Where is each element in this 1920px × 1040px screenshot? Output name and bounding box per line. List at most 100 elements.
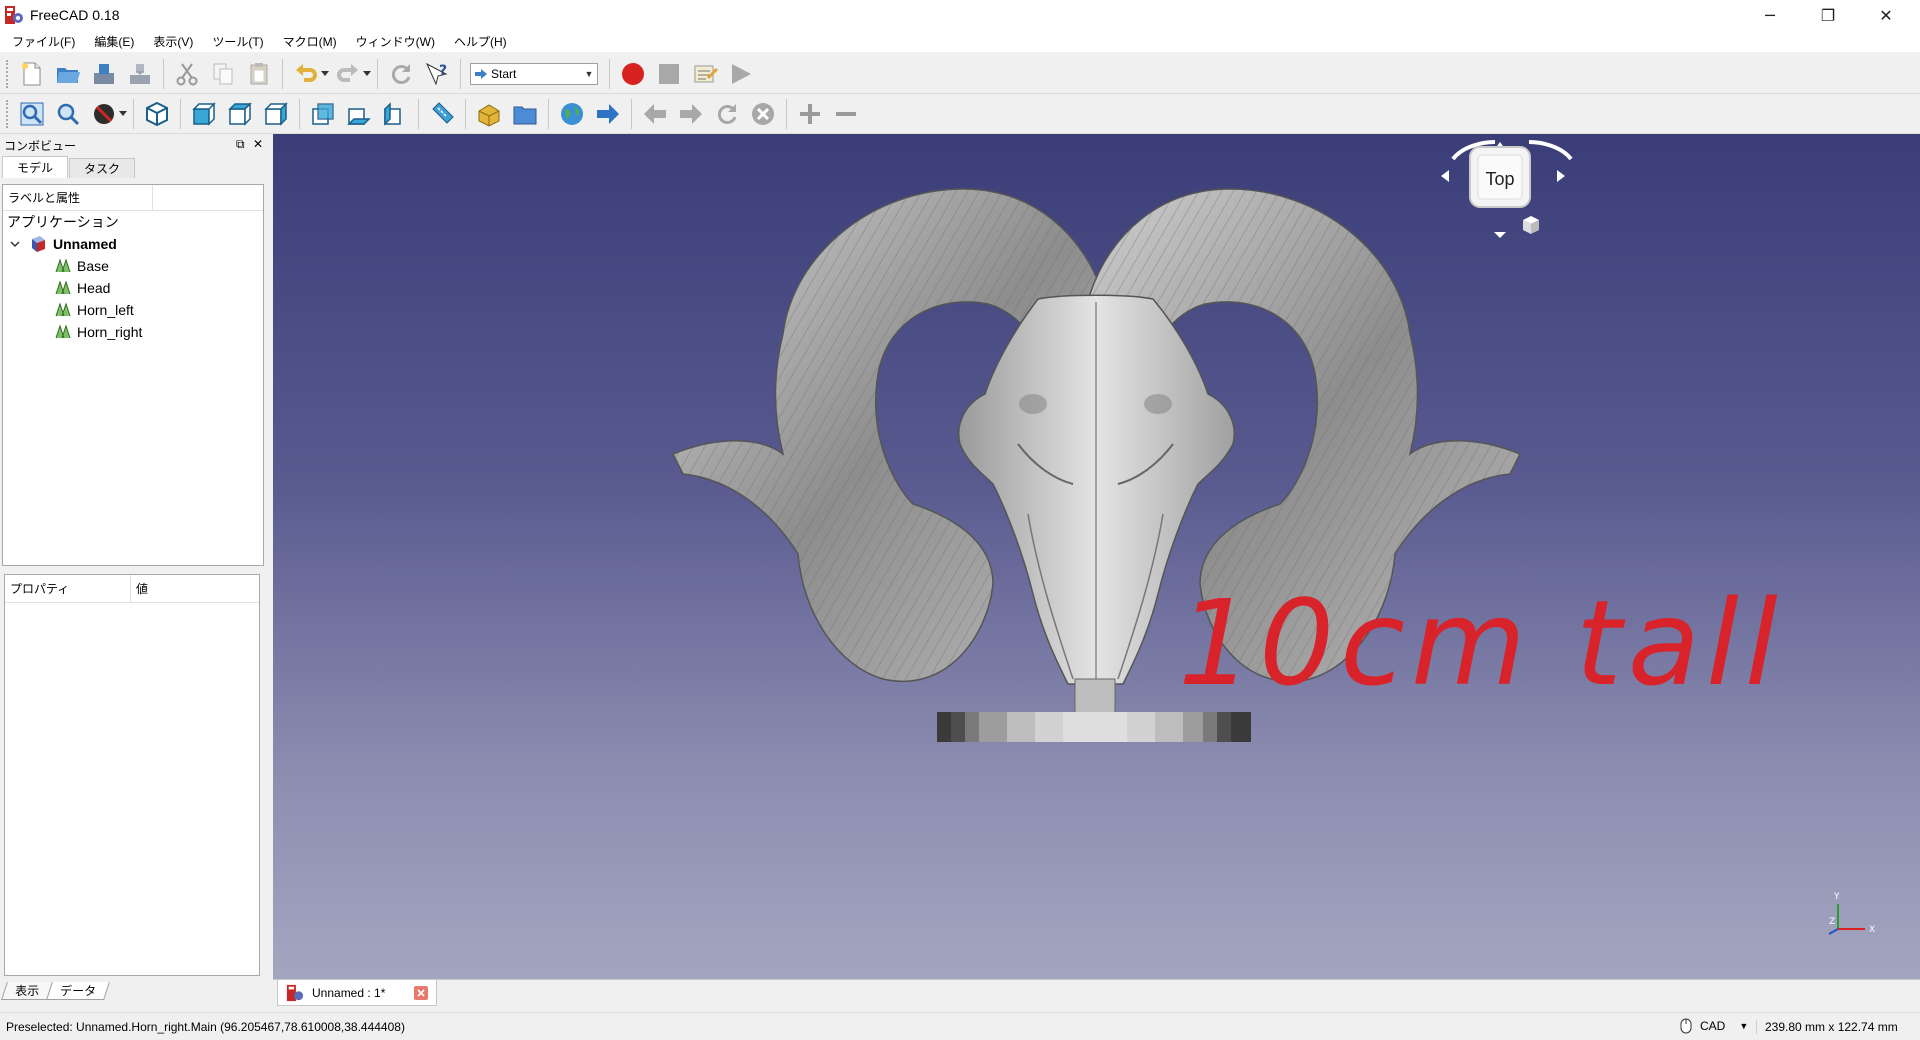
- paste-button[interactable]: [243, 58, 275, 90]
- document-tab[interactable]: Unnamed : 1*: [277, 980, 437, 1006]
- right-icon: [264, 101, 288, 126]
- web-refresh-button[interactable]: [711, 98, 743, 130]
- toolbar-separator: [163, 58, 164, 89]
- tree-item-label: Horn_right: [77, 324, 143, 340]
- rear-view-button[interactable]: [307, 98, 339, 130]
- svg-text:?: ?: [439, 63, 447, 79]
- minimize-button[interactable]: ─: [1740, 0, 1800, 30]
- close-button[interactable]: ✕: [1856, 0, 1916, 30]
- tab-model-label: モデル: [17, 161, 54, 175]
- refresh-button[interactable]: [385, 58, 417, 90]
- draw-style-button[interactable]: [88, 98, 120, 130]
- draw-style-dropdown[interactable]: [118, 98, 128, 130]
- zoom-in-icon: [800, 103, 820, 124]
- redo-button[interactable]: [332, 58, 364, 90]
- web-next-button[interactable]: [675, 98, 707, 130]
- nav-cube-menu-icon[interactable]: [1523, 216, 1539, 234]
- tree-item-base[interactable]: Base: [3, 255, 263, 277]
- rotate-right-arrow-icon[interactable]: [1528, 140, 1573, 161]
- base-mesh[interactable]: [937, 712, 1251, 742]
- navigation-style-selector[interactable]: CAD ▼: [1680, 1018, 1748, 1034]
- menu-help[interactable]: ヘルプ(H): [448, 33, 520, 50]
- menu-file[interactable]: ファイル(F): [6, 33, 88, 50]
- save-icon: [94, 63, 114, 84]
- save-as-button[interactable]: [124, 58, 156, 90]
- save-button[interactable]: [88, 58, 120, 90]
- undo-dropdown[interactable]: [320, 58, 330, 90]
- axis-triad: Y Z X: [1828, 892, 1875, 935]
- tab-view[interactable]: 表示: [1, 982, 53, 1000]
- toolbar-grip[interactable]: [6, 99, 10, 128]
- title-bar: FreeCAD 0.18 ─ ❐ ✕: [0, 0, 1920, 30]
- web-stop-button[interactable]: [747, 98, 779, 130]
- record-macro-button[interactable]: [617, 58, 649, 90]
- top-view-button[interactable]: [224, 98, 256, 130]
- 3d-scene[interactable]: 10cm tall Top Y Z X: [273, 134, 1920, 979]
- tab-data-label: データ: [60, 984, 97, 998]
- tree-item-horn-right[interactable]: Horn_right: [3, 321, 263, 343]
- isometric-view-button[interactable]: [141, 98, 173, 130]
- mesh-icon: [55, 280, 71, 295]
- web-forward-button[interactable]: [592, 98, 624, 130]
- bottom-icon: [347, 107, 371, 125]
- navigation-cube[interactable]: Top: [1441, 140, 1573, 238]
- tab-data[interactable]: データ: [46, 982, 110, 1000]
- menu-macro[interactable]: マクロ(M): [277, 33, 350, 50]
- value-column-label: 値: [136, 582, 149, 596]
- toolbar-separator: [377, 58, 378, 89]
- new-button[interactable]: [16, 58, 48, 90]
- tab-tasks[interactable]: タスク: [69, 158, 136, 178]
- status-bar: Preselected: Unnamed.Horn_right.Main (96…: [0, 1012, 1920, 1040]
- model-tree[interactable]: ラベルと属性 アプリケーション Unnamed Base Head Horn_l…: [2, 184, 264, 566]
- maximize-button[interactable]: ❐: [1798, 0, 1858, 30]
- run-macro-button[interactable]: [725, 58, 757, 90]
- nav-left-arrow-icon[interactable]: [1441, 170, 1449, 182]
- copy-button[interactable]: [207, 58, 239, 90]
- menu-windows[interactable]: ウィンドウ(W): [350, 33, 448, 50]
- float-panel-icon[interactable]: ⧉: [236, 137, 245, 152]
- menu-view[interactable]: 表示(V): [147, 33, 206, 50]
- nav-right-arrow-icon[interactable]: [1557, 170, 1565, 182]
- chevron-down-icon[interactable]: [9, 238, 21, 250]
- web-back-button[interactable]: [639, 98, 671, 130]
- undo-button[interactable]: [290, 58, 322, 90]
- 3d-viewport[interactable]: 10cm tall Top Y Z X: [273, 134, 1920, 979]
- left-view-button[interactable]: [379, 98, 411, 130]
- bottom-view-button[interactable]: [343, 98, 375, 130]
- property-editor[interactable]: プロパティ 値: [4, 574, 260, 976]
- create-part-button[interactable]: [473, 98, 505, 130]
- menu-tools[interactable]: ツール(T): [206, 33, 276, 50]
- web-home-button[interactable]: [556, 98, 588, 130]
- create-group-button[interactable]: [509, 98, 541, 130]
- freecad-logo-icon: [286, 984, 304, 1001]
- fit-selection-button[interactable]: [52, 98, 84, 130]
- toolbar-separator: [299, 98, 300, 129]
- open-button[interactable]: [52, 58, 84, 90]
- measure-button[interactable]: [426, 98, 458, 130]
- close-panel-icon[interactable]: ✕: [253, 137, 263, 151]
- combo-view-header: コンボビュー ⧉ ✕: [0, 134, 270, 156]
- axis-z-label: Z: [1829, 917, 1835, 927]
- zoom-out-button[interactable]: [830, 98, 862, 130]
- tree-item-head[interactable]: Head: [3, 277, 263, 299]
- cut-button[interactable]: [171, 58, 203, 90]
- whats-this-button[interactable]: ?: [421, 58, 453, 90]
- right-view-button[interactable]: [260, 98, 292, 130]
- zoom-in-button[interactable]: [794, 98, 826, 130]
- tree-item-horn-left[interactable]: Horn_left: [3, 299, 263, 321]
- nav-down-arrow-icon[interactable]: [1494, 232, 1506, 238]
- tree-document-row[interactable]: Unnamed: [3, 233, 263, 255]
- edit-macro-button[interactable]: [689, 58, 721, 90]
- workbench-selector[interactable]: Start ▼: [470, 62, 598, 85]
- front-view-button[interactable]: [188, 98, 220, 130]
- draw-style-icon: [94, 103, 114, 124]
- tab-model[interactable]: モデル: [2, 156, 69, 178]
- tree-item-label: Head: [77, 280, 111, 296]
- fit-all-button[interactable]: [16, 98, 48, 130]
- stop-macro-button[interactable]: [653, 58, 685, 90]
- toolbar-grip[interactable]: [6, 59, 10, 88]
- close-tab-icon[interactable]: [414, 985, 428, 1000]
- redo-dropdown[interactable]: [362, 58, 372, 90]
- menu-edit[interactable]: 編集(E): [88, 33, 147, 50]
- chevron-down-icon: [321, 70, 329, 76]
